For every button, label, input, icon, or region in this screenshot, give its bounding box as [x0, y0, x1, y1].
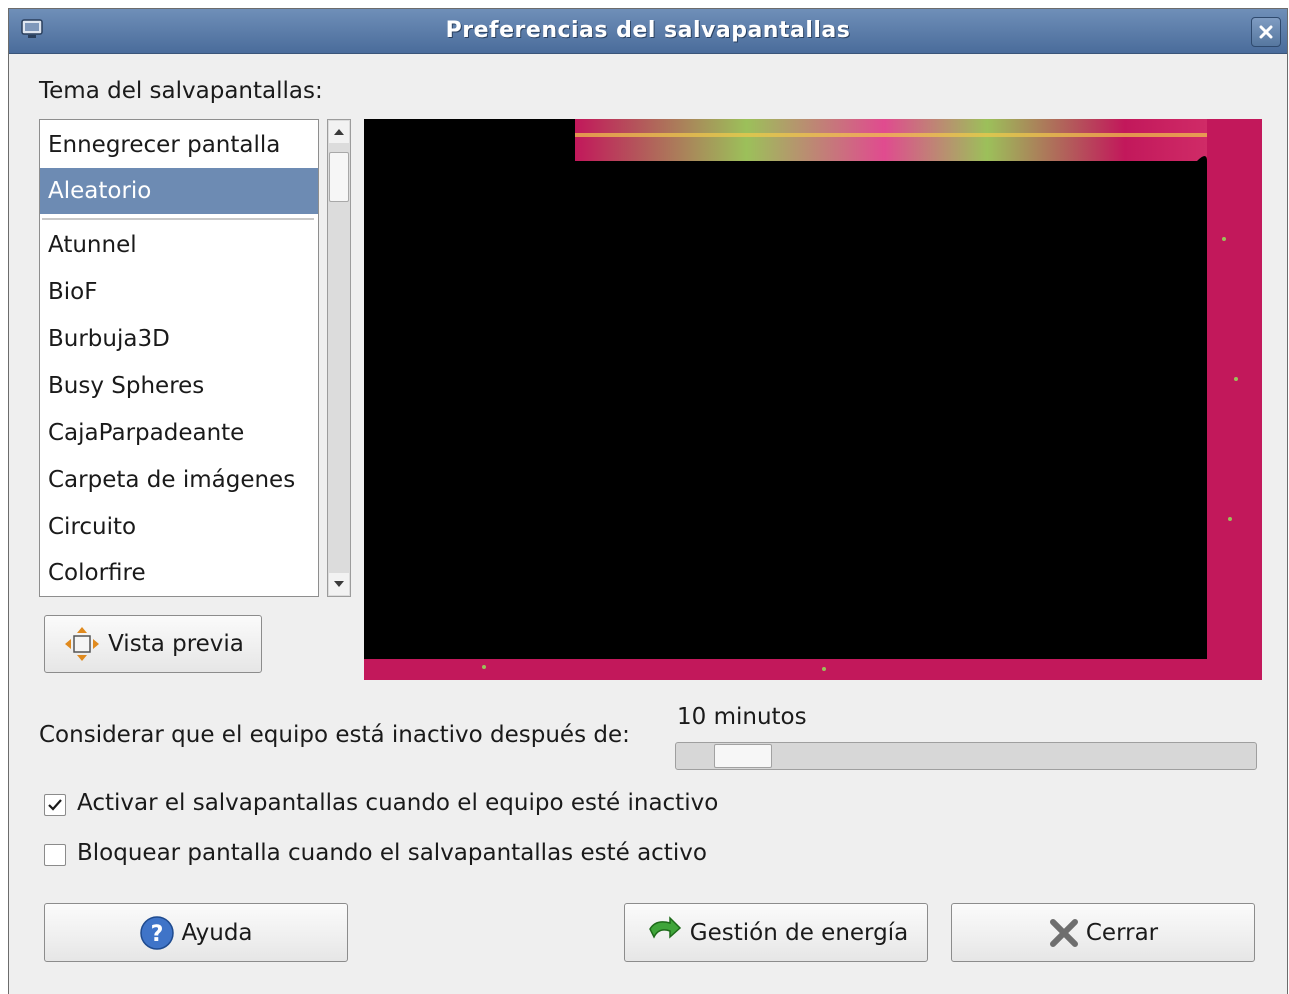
scroll-thumb[interactable] — [329, 152, 349, 202]
idle-slider-thumb[interactable] — [714, 744, 772, 768]
theme-label-text: Tema del salvapantallas: — [39, 78, 323, 104]
list-item[interactable]: Colorfire — [40, 550, 318, 596]
preview-button[interactable]: Vista previa — [44, 615, 262, 673]
scroll-up-button[interactable] — [329, 121, 349, 143]
close-button-label: Cerrar — [1085, 919, 1159, 946]
preview-button-label: Vista previa — [108, 631, 244, 657]
scroll-down-button[interactable] — [329, 573, 349, 595]
help-icon: ? — [140, 915, 175, 950]
help-button[interactable]: ? Ayuda — [44, 903, 348, 962]
idle-label: Considerar que el equipo está inactivo d… — [39, 722, 630, 748]
preview-image — [364, 119, 1262, 680]
close-icon — [1259, 25, 1273, 39]
list-item[interactable]: Ennegrecer pantalla — [40, 122, 318, 168]
activate-label[interactable]: Activar el salvapantallas cuando el equi… — [77, 790, 718, 816]
list-item[interactable]: Carpeta de imágenes — [40, 457, 318, 503]
window-title: Preferencias del salvapantallas — [445, 18, 851, 43]
power-button-label: Gestión de energía — [689, 919, 909, 946]
lock-label[interactable]: Bloquear pantalla cuando el salvapantall… — [77, 840, 707, 866]
screensaver-preview — [364, 119, 1262, 680]
list-item[interactable]: CajaParpadeante — [40, 410, 318, 456]
svg-text:?: ? — [151, 922, 164, 947]
move-icon — [65, 627, 100, 661]
x-cross-icon — [1049, 918, 1078, 947]
arrow-down-icon — [334, 581, 344, 587]
close-window-button[interactable] — [1251, 17, 1281, 47]
theme-label: Tema del salvapantallas: — [39, 78, 323, 104]
list-item[interactable]: Burbuja3D — [40, 316, 318, 362]
refresh-arrow-icon — [648, 915, 681, 939]
list-item[interactable]: BioF — [40, 269, 318, 315]
title-bar[interactable]: Preferencias del salvapantallas — [9, 9, 1287, 54]
list-item[interactable]: Circuito — [40, 504, 318, 550]
activate-checkbox[interactable] — [44, 794, 66, 816]
checkmark-icon — [48, 799, 62, 811]
theme-list[interactable]: Ennegrecer pantalla Aleatorio Atunnel Bi… — [39, 119, 319, 597]
help-button-label: Ayuda — [181, 919, 253, 946]
list-separator — [42, 218, 314, 220]
list-item[interactable]: Busy Spheres — [40, 363, 318, 409]
idle-value: 10 minutos — [677, 704, 807, 730]
power-management-button[interactable]: Gestión de energía — [624, 903, 928, 962]
arrow-up-icon — [334, 129, 344, 135]
theme-list-scrollbar[interactable] — [327, 119, 351, 597]
close-button[interactable]: Cerrar — [951, 903, 1255, 962]
list-item[interactable]: Atunnel — [40, 222, 318, 268]
lock-checkbox[interactable] — [44, 844, 66, 866]
list-item-selected[interactable]: Aleatorio — [40, 168, 318, 214]
idle-slider[interactable] — [675, 742, 1257, 770]
preferences-window: Preferencias del salvapantallas Tema del… — [8, 8, 1288, 994]
